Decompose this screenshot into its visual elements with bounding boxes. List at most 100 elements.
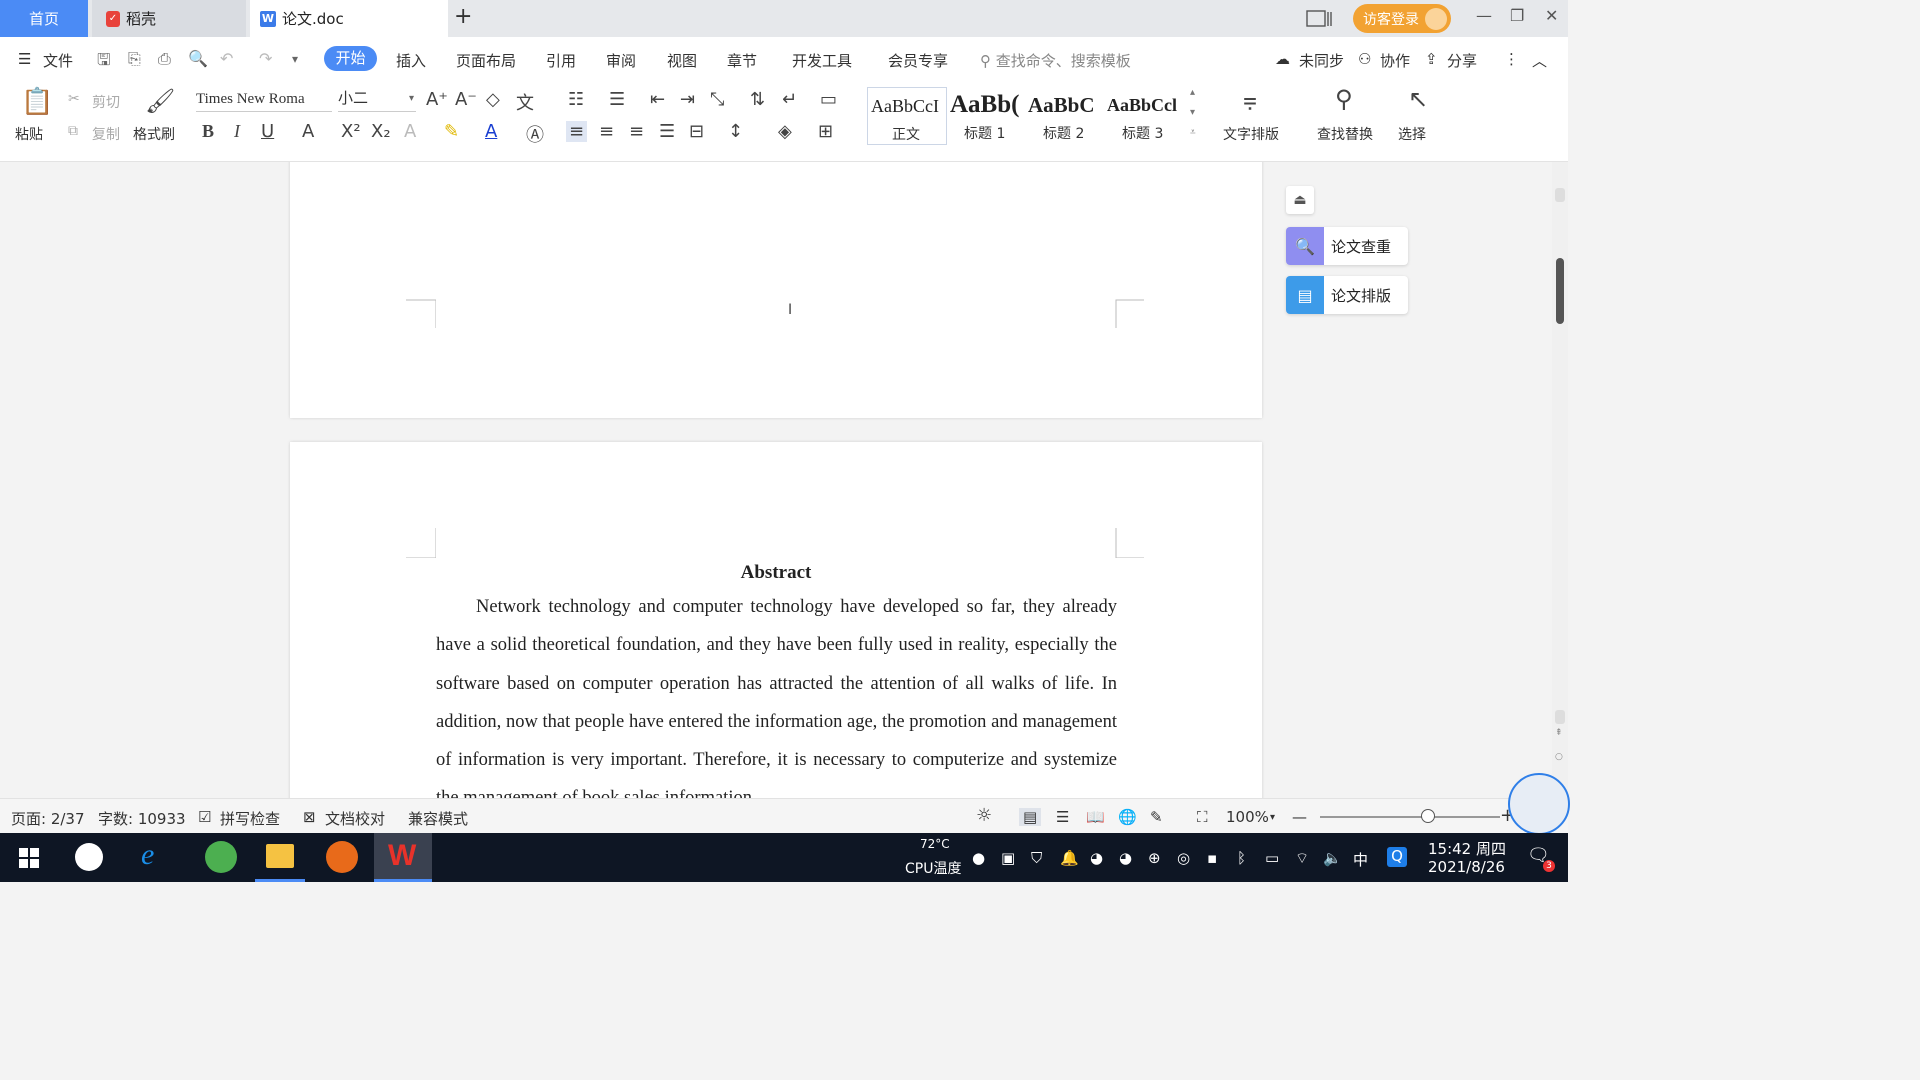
fan-app-icon[interactable] bbox=[75, 843, 103, 871]
windows-start-icon[interactable] bbox=[19, 848, 39, 868]
tab-home[interactable]: 首页 bbox=[0, 0, 88, 37]
align-center-icon[interactable]: ≡ bbox=[599, 121, 614, 142]
phonetic-guide-icon[interactable]: 文 bbox=[516, 89, 534, 115]
subscript-icon[interactable]: X₂ bbox=[371, 121, 391, 142]
eye-protection-icon[interactable]: ☼ bbox=[976, 805, 992, 826]
style-heading-2[interactable]: AaBbC 标题 2 bbox=[1028, 87, 1106, 143]
write-mode-icon[interactable]: ✎ bbox=[1150, 808, 1163, 826]
print-preview-icon[interactable]: 🔍 bbox=[188, 49, 208, 68]
menu-insert[interactable]: 插入 bbox=[396, 50, 426, 71]
unsync-label[interactable]: 未同步 bbox=[1299, 50, 1344, 71]
styles-scroll-up-icon[interactable]: ▴ bbox=[1190, 87, 1195, 98]
wps-taskbar-button[interactable]: W bbox=[374, 833, 432, 882]
prev-page-icon[interactable]: ⇞ bbox=[1555, 728, 1563, 738]
menu-member[interactable]: 会员专享 bbox=[888, 50, 948, 71]
internet-explorer-icon[interactable]: e bbox=[141, 838, 154, 872]
reading-view-icon[interactable]: 📖 bbox=[1086, 808, 1105, 826]
ime-indicator[interactable]: 中 bbox=[1353, 849, 1368, 870]
panel-collapse-icon[interactable]: ⏏ bbox=[1286, 186, 1314, 214]
style-normal[interactable]: AaBbCcI 正文 bbox=[867, 87, 947, 145]
save-icon[interactable]: 🖫 bbox=[97, 49, 111, 76]
styles-more-icon[interactable]: ⩡ bbox=[1190, 127, 1196, 138]
document-canvas[interactable]: I Abstract Network technology and comput… bbox=[0, 162, 1552, 798]
justify-icon[interactable]: ☰ bbox=[659, 121, 675, 142]
nvidia-icon[interactable]: ▪ bbox=[1207, 849, 1217, 867]
quick-access-dropdown-icon[interactable]: ▾ bbox=[292, 52, 298, 66]
style-heading-1[interactable]: AaBb( 标题 1 bbox=[948, 87, 1026, 143]
menu-review[interactable]: 审阅 bbox=[606, 50, 636, 71]
sync-app-icon[interactable]: ◎ bbox=[1177, 849, 1190, 867]
cut-button[interactable]: 剪切 bbox=[92, 92, 120, 112]
battery-icon[interactable]: ▭ bbox=[1265, 849, 1279, 867]
format-painter-icon[interactable]: 🖌 bbox=[145, 87, 175, 115]
bluetooth-icon[interactable]: ᛒ bbox=[1237, 849, 1246, 867]
vertical-scrollbar[interactable]: ⇞ ○ bbox=[1552, 162, 1568, 798]
cloud-sync-icon[interactable]: ☁ bbox=[1275, 50, 1290, 68]
print-icon[interactable]: ⎙ bbox=[158, 49, 171, 69]
align-left-icon[interactable]: ≡ bbox=[566, 121, 588, 142]
increase-indent-icon[interactable]: ⇥ bbox=[680, 89, 695, 110]
font-size-select[interactable]: 小二 ▾ bbox=[338, 87, 416, 112]
thesis-layout-button[interactable]: ▤ 论文排版 bbox=[1286, 276, 1408, 314]
spell-check-button[interactable]: 拼写检查 bbox=[220, 808, 280, 829]
sort-icon[interactable]: ⇅ bbox=[750, 89, 765, 110]
style-heading-3[interactable]: AaBbCcl 标题 3 bbox=[1107, 87, 1185, 143]
spell-check-icon[interactable]: ☑ bbox=[198, 808, 211, 826]
font-color-icon[interactable]: A bbox=[485, 121, 497, 142]
pdf-export-icon[interactable]: ⎘ bbox=[128, 49, 141, 69]
security-app-icon[interactable]: ● bbox=[972, 849, 985, 867]
file-explorer-icon[interactable] bbox=[266, 844, 294, 868]
text-effect-icon[interactable]: A bbox=[404, 121, 416, 142]
format-painter-button[interactable]: 格式刷 bbox=[133, 124, 175, 144]
collab-icon[interactable]: ⚇ bbox=[1358, 50, 1371, 68]
find-replace-button[interactable]: 查找替换 bbox=[1317, 124, 1373, 144]
zoom-out-icon[interactable]: — bbox=[1292, 808, 1307, 826]
select-button[interactable]: 选择 bbox=[1398, 124, 1426, 144]
line-break-icon[interactable]: ↵ bbox=[782, 89, 797, 110]
align-right-icon[interactable]: ≡ bbox=[629, 121, 644, 142]
tab-document[interactable]: W 论文.doc bbox=[250, 0, 448, 37]
collapse-ribbon-icon[interactable]: ︿ bbox=[1532, 50, 1547, 71]
scroll-up-icon[interactable] bbox=[1555, 188, 1565, 202]
qq-alt-icon[interactable]: ◕ bbox=[1119, 849, 1132, 867]
char-border-icon[interactable]: Ⓐ bbox=[526, 121, 544, 147]
bullet-list-icon[interactable]: ☷ bbox=[568, 89, 584, 110]
line-spacing-icon[interactable]: ↕ bbox=[728, 121, 743, 142]
doc-proof-button[interactable]: 文档校对 bbox=[325, 808, 385, 829]
plus-app-icon[interactable]: ⊕ bbox=[1148, 849, 1161, 867]
select-cursor-icon[interactable]: ↖ bbox=[1408, 85, 1428, 113]
scroll-down-icon[interactable] bbox=[1555, 710, 1565, 724]
copy-button[interactable]: 复制 bbox=[92, 124, 120, 144]
collab-label[interactable]: 协作 bbox=[1380, 50, 1410, 71]
clock-date[interactable]: 2021/8/26 bbox=[1428, 858, 1505, 876]
zoom-slider-handle[interactable] bbox=[1421, 809, 1435, 823]
underline-icon[interactable]: U bbox=[261, 121, 274, 142]
floating-assistant-icon[interactable] bbox=[1508, 773, 1570, 835]
highlight-icon[interactable]: ✎ bbox=[444, 121, 459, 142]
minimize-icon[interactable]: — bbox=[1476, 6, 1492, 25]
thesis-check-button[interactable]: 🔍 论文查重 bbox=[1286, 227, 1408, 265]
superscript-icon[interactable]: X² bbox=[341, 121, 361, 142]
decrease-indent-icon[interactable]: ⇤ bbox=[650, 89, 665, 110]
paste-icon[interactable]: 📋 bbox=[21, 87, 53, 117]
shading-icon[interactable]: ◈ bbox=[778, 121, 792, 142]
select-browse-icon[interactable]: ○ bbox=[1555, 752, 1563, 762]
clock-time[interactable]: 15:42 周四 bbox=[1428, 838, 1506, 859]
outline-view-icon[interactable]: ☰ bbox=[1056, 808, 1069, 826]
redo-icon[interactable]: ↷ bbox=[259, 49, 272, 68]
more-icon[interactable]: ⋮ bbox=[1504, 50, 1519, 68]
word-count[interactable]: 字数: 10933 bbox=[98, 808, 186, 829]
window-layout-icon[interactable] bbox=[1306, 10, 1332, 28]
share-label[interactable]: 分享 bbox=[1447, 50, 1477, 71]
grow-font-icon[interactable]: A⁺ bbox=[426, 89, 448, 110]
clear-format-icon[interactable]: ◇ bbox=[486, 89, 500, 110]
menu-references[interactable]: 引用 bbox=[546, 50, 576, 71]
page-indicator[interactable]: 页面: 2/37 bbox=[11, 808, 85, 829]
strikethrough-icon[interactable]: A bbox=[302, 121, 314, 142]
distributed-align-icon[interactable]: ⊟ bbox=[689, 121, 704, 142]
font-name-select[interactable]: Times New Roma bbox=[196, 87, 332, 112]
text-direction-icon[interactable]: ⤡ bbox=[710, 89, 724, 110]
browser-360-icon[interactable] bbox=[205, 841, 237, 873]
doc-proof-icon[interactable]: ⊠ bbox=[303, 808, 316, 826]
menu-start[interactable]: 开始 bbox=[324, 46, 377, 71]
